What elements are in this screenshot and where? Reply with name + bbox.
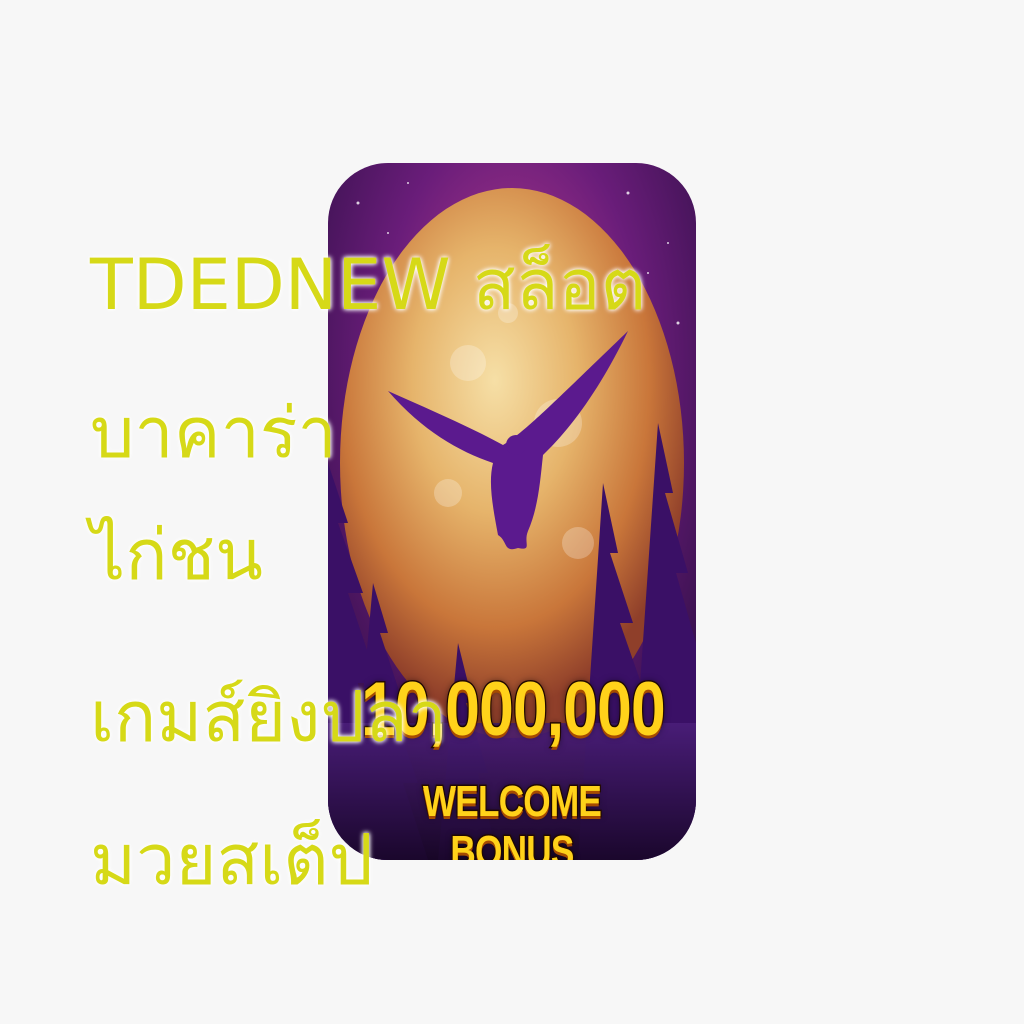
- overlay-line-cockfight: ไก่ชน: [90, 514, 263, 596]
- overlay-line-muay-step: มวยสเต็ป: [90, 819, 374, 901]
- welcome-bonus-label: WELCOME BONUS: [422, 776, 603, 861]
- overlay-line-brand: TDEDNEW สล็อต: [90, 244, 646, 326]
- page: 10,000,000 WELCOME BONUS TDEDNEW สล็อต บ…: [0, 0, 1024, 1024]
- overlay-line-fish-game: เกมส์ยิงปลา: [90, 676, 448, 758]
- overlay-line-baccarat: บาคาร่า: [90, 392, 337, 474]
